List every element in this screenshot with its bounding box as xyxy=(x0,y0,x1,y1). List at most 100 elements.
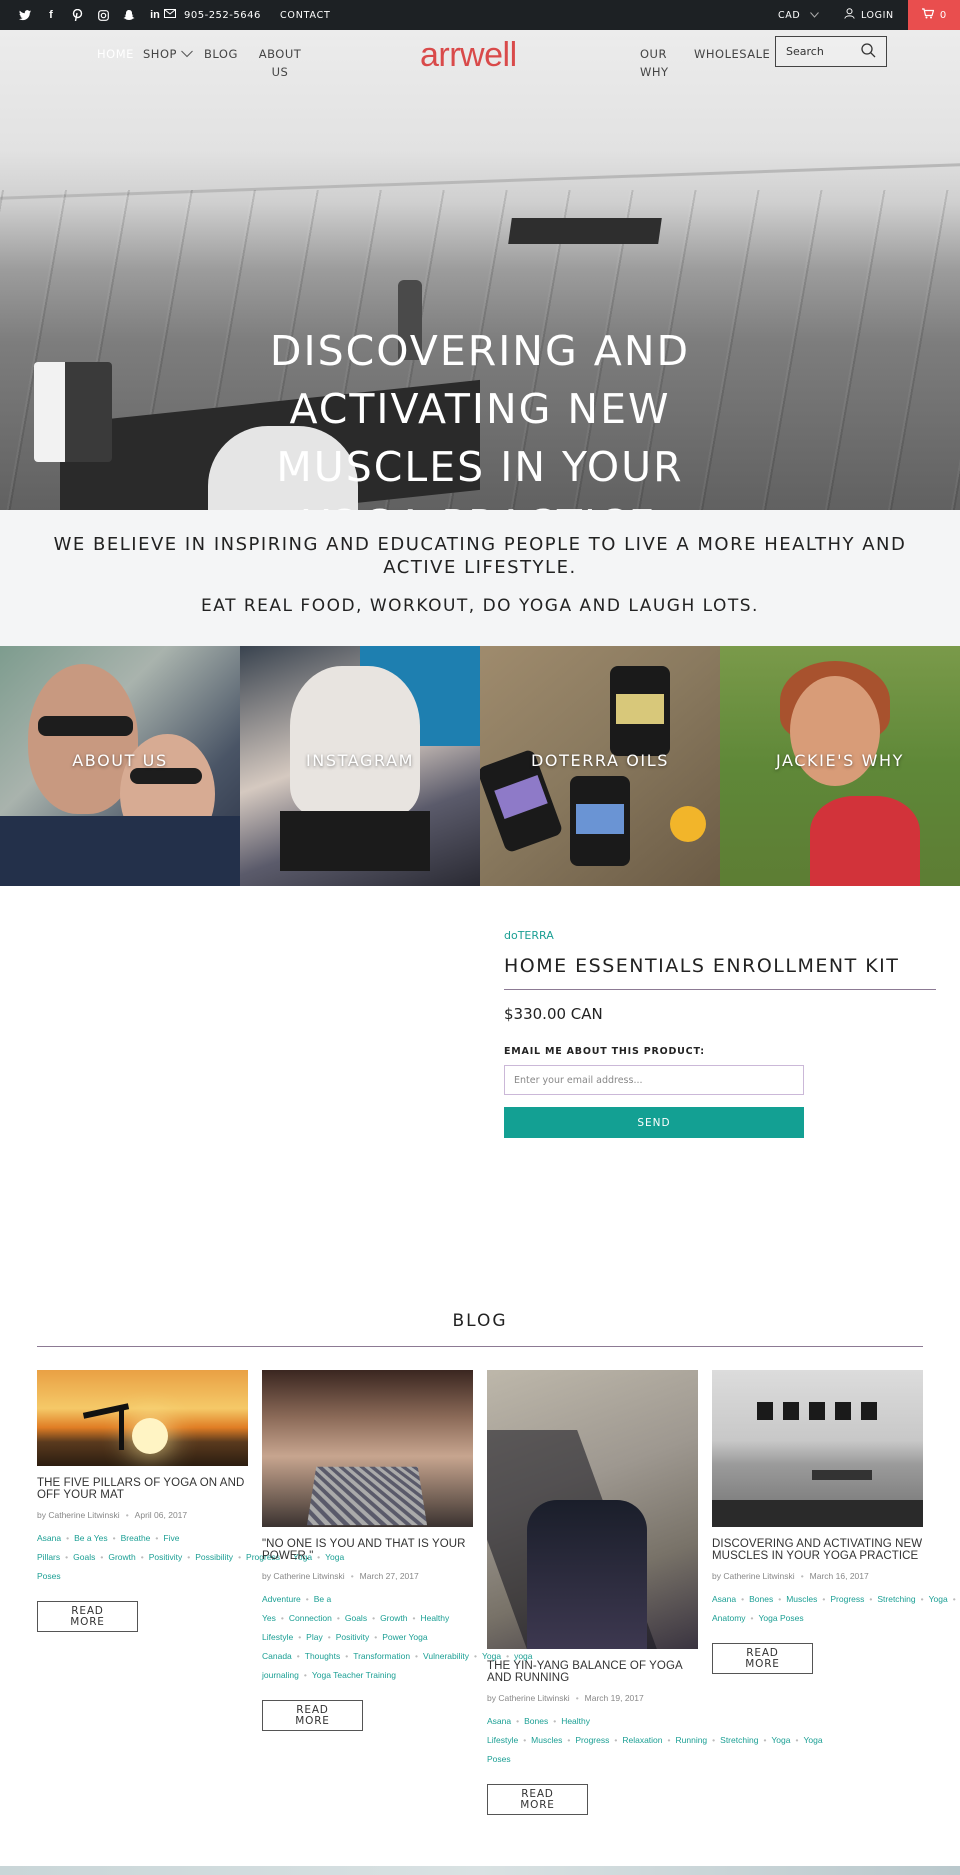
read-more-button[interactable]: READ MORE xyxy=(37,1601,138,1632)
post-tag-link[interactable]: Asana xyxy=(487,1716,511,1726)
post-title[interactable]: DISCOVERING AND ACTIVATING NEW MUSCLES I… xyxy=(712,1538,923,1562)
chevron-down-icon xyxy=(181,45,193,63)
post-tag-link[interactable]: Transformation xyxy=(353,1651,410,1661)
post-tag-link[interactable]: Positivity xyxy=(336,1632,370,1642)
read-more-button[interactable]: READ MORE xyxy=(487,1784,588,1815)
post-tag-link[interactable]: Goals xyxy=(345,1613,367,1623)
post-tag-link[interactable]: Be a Yes xyxy=(74,1533,108,1543)
read-more-button[interactable]: READ MORE xyxy=(262,1700,363,1731)
nav-wholesale[interactable]: WHOLESALE xyxy=(694,45,770,63)
post-tag-link[interactable]: Stretching xyxy=(877,1594,915,1604)
cart-button[interactable]: 0 xyxy=(908,0,960,30)
post-meta: by Catherine Litwinski • April 06, 2017 xyxy=(37,1510,188,1520)
tag-separator: • xyxy=(763,1735,767,1745)
tile-doterra-oils[interactable]: DOTERRA OILS xyxy=(480,646,720,886)
tag-separator: • xyxy=(567,1735,571,1745)
post-tag-link[interactable]: Positivity xyxy=(149,1552,183,1562)
post-tag-link[interactable]: Growth xyxy=(108,1552,135,1562)
tile-photo-sunglasses xyxy=(130,768,202,784)
product-title[interactable]: HOME ESSENTIALS ENROLLMENT KIT xyxy=(504,955,936,977)
tile-label: DOTERRA OILS xyxy=(531,751,669,770)
instagram-icon[interactable] xyxy=(96,8,110,22)
contact-link[interactable]: CONTACT xyxy=(280,0,331,30)
tag-separator: • xyxy=(869,1594,873,1604)
post-tag-link[interactable]: Growth xyxy=(380,1613,407,1623)
post-image[interactable] xyxy=(37,1370,248,1466)
blog-heading[interactable]: BLOG xyxy=(0,1311,960,1331)
phone-number[interactable]: 905-252-5646 xyxy=(184,10,261,21)
tile-about-us[interactable]: ABOUT US xyxy=(0,646,240,886)
post-title[interactable]: "NO ONE IS YOU AND THAT IS YOUR POWER." xyxy=(262,1538,473,1562)
post-tag-link[interactable]: Progress xyxy=(830,1594,864,1604)
search-input[interactable]: Search xyxy=(775,36,887,67)
post-tag-link[interactable]: Yoga Poses xyxy=(759,1613,804,1623)
product-vendor[interactable]: doTERRA xyxy=(504,929,936,942)
post-tag-link[interactable]: Yoga xyxy=(771,1735,790,1745)
post-author: by Catherine Litwinski xyxy=(487,1693,570,1703)
post-tag-link[interactable]: Thoughts xyxy=(305,1651,340,1661)
login-link[interactable]: LOGIN xyxy=(844,0,894,30)
nav-home[interactable]: HOME xyxy=(97,45,134,63)
post-tag-link[interactable]: Yoga xyxy=(929,1594,948,1604)
tag-separator: • xyxy=(741,1594,745,1604)
mission-line-1: WE BELIEVE IN INSPIRING AND EDUCATING PE… xyxy=(53,534,907,578)
post-title[interactable]: THE YIN-YANG BALANCE OF YOGA AND RUNNING xyxy=(487,1660,698,1684)
post-tag-link[interactable]: Asana xyxy=(712,1594,736,1604)
post-tag-link[interactable]: Breathe xyxy=(121,1533,151,1543)
site-logo[interactable]: arrwell xyxy=(420,36,517,75)
pinterest-icon[interactable] xyxy=(70,8,84,22)
hero-banner[interactable]: DISCOVERING AND ACTIVATING NEW MUSCLES I… xyxy=(0,30,960,510)
post-tag-link[interactable]: Play xyxy=(306,1632,323,1642)
mission-line-2: EAT REAL FOOD, WORKOUT, DO YOGA AND LAUG… xyxy=(201,596,759,616)
post-tag-link[interactable]: Bones xyxy=(749,1594,773,1604)
post-tag-link[interactable]: Connection xyxy=(289,1613,332,1623)
search-icon[interactable] xyxy=(861,42,876,61)
send-button[interactable]: SEND xyxy=(504,1107,804,1138)
tile-jackies-why[interactable]: JACKIE'S WHY xyxy=(720,646,960,886)
post-tag-link[interactable]: Running xyxy=(676,1735,708,1745)
post-tag-link[interactable]: Muscles xyxy=(786,1594,817,1604)
email-field[interactable]: Enter your email address... xyxy=(504,1065,804,1095)
currency-selector[interactable]: CAD xyxy=(778,0,820,30)
nav-our-why[interactable]: OUR WHY xyxy=(640,45,670,81)
post-tag-link[interactable]: Yoga Teacher Training xyxy=(312,1670,396,1680)
nav-shop[interactable]: SHOP xyxy=(143,45,193,63)
post-tag-link[interactable]: Possibility xyxy=(195,1552,233,1562)
nav-about-us[interactable]: ABOUT US xyxy=(255,45,305,81)
tile-instagram[interactable]: INSTAGRAM xyxy=(240,646,480,886)
post-tag-link[interactable]: Adventure xyxy=(262,1594,301,1604)
cart-count: 0 xyxy=(939,9,947,21)
post-image[interactable] xyxy=(262,1370,473,1527)
read-more-button[interactable]: READ MORE xyxy=(712,1643,813,1674)
post-title[interactable]: THE FIVE PILLARS OF YOGA ON AND OFF YOUR… xyxy=(37,1477,248,1501)
tag-separator: • xyxy=(298,1632,302,1642)
post-tag-link[interactable]: Vulnerability xyxy=(423,1651,469,1661)
post-tag-link[interactable]: Relaxation xyxy=(622,1735,662,1745)
post-tag-link[interactable]: Progress xyxy=(575,1735,609,1745)
snapchat-icon[interactable] xyxy=(122,8,136,22)
tile-photo-bench xyxy=(280,811,430,871)
nav-shop-label: SHOP xyxy=(143,47,177,61)
post-meta: by Catherine Litwinski • March 16, 2017 xyxy=(712,1571,869,1581)
post-tag-link[interactable]: Stretching xyxy=(720,1735,758,1745)
nav-blog[interactable]: BLOG xyxy=(204,45,238,63)
post-tag-link[interactable]: Muscles xyxy=(531,1735,562,1745)
facebook-icon[interactable]: f xyxy=(44,8,58,22)
linkedin-icon[interactable]: in xyxy=(148,8,162,22)
post-tag-link[interactable]: Goals xyxy=(73,1552,95,1562)
post-author: by Catherine Litwinski xyxy=(262,1571,345,1581)
phone-contact[interactable]: 905-252-5646 xyxy=(164,0,261,30)
post-tag-link[interactable]: Bones xyxy=(524,1716,548,1726)
post-photo-mat xyxy=(812,1470,872,1480)
tag-separator: • xyxy=(336,1613,340,1623)
post-image[interactable] xyxy=(712,1370,923,1527)
post-tag-link[interactable]: Asana xyxy=(37,1533,61,1543)
twitter-icon[interactable] xyxy=(18,8,32,22)
cart-icon xyxy=(921,8,935,22)
post-date: March 27, 2017 xyxy=(359,1571,419,1581)
post-image[interactable] xyxy=(487,1370,698,1649)
tag-separator: • xyxy=(553,1716,557,1726)
tag-separator: • xyxy=(66,1533,70,1543)
post-tags: Asana • Be a Yes • Breathe • Five Pillars • Goal… xyxy=(37,1529,344,1586)
feature-tiles: ABOUT US INSTAGRAM DOTERRA OILS JACKIE'S… xyxy=(0,646,960,886)
